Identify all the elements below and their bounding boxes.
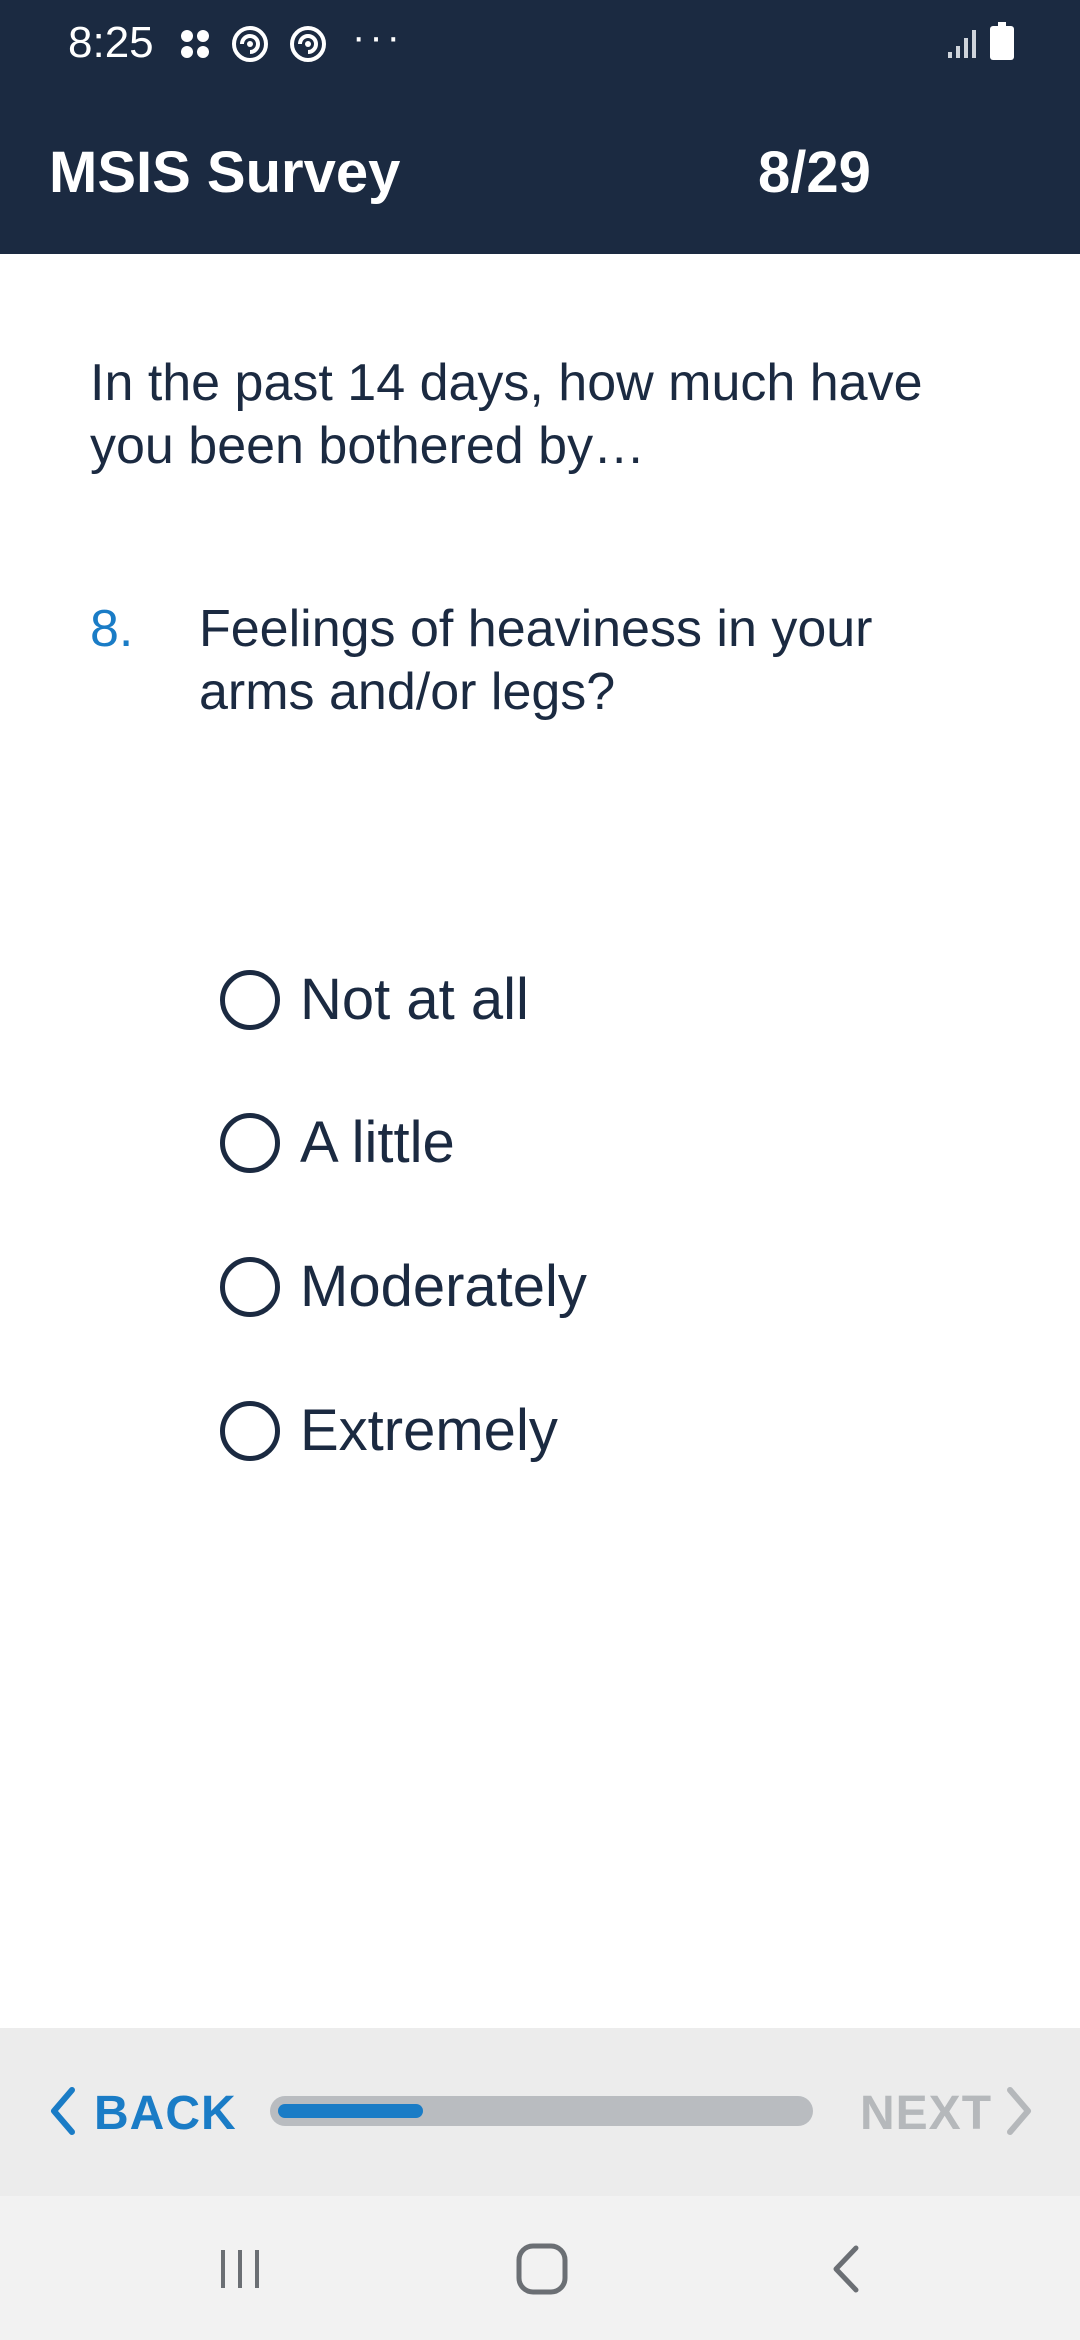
survey-navigation: BACK NEXT [0,2028,1080,2196]
home-icon [515,2242,569,2301]
app-header: 8:25 ··· MSIS Survey 8/29 [0,0,1080,254]
recent-apps-icon [215,2244,265,2299]
option-extremely[interactable]: Extremely [220,1391,558,1471]
status-system-icons [946,22,1014,65]
radio-button[interactable] [220,970,280,1030]
recent-apps-button[interactable] [200,2236,280,2306]
radio-button[interactable] [220,1257,280,1317]
option-label: A little [300,1110,455,1175]
option-label: Moderately [300,1254,587,1319]
page-title: MSIS Survey [49,140,401,205]
system-back-button[interactable] [806,2236,886,2306]
chevron-left-icon [48,2086,76,2141]
question-counter: 8/29 [758,140,871,205]
next-label: NEXT [860,2086,993,2140]
question-number: 8. [90,600,134,658]
chevron-right-icon [1006,2086,1034,2141]
back-button[interactable]: BACK [48,2078,237,2148]
option-moderately[interactable]: Moderately [220,1247,587,1327]
survey-progress-fill [278,2104,423,2118]
survey-progress-bar [270,2096,813,2126]
sync-icon [288,24,328,64]
option-label: Extremely [300,1398,558,1463]
next-button[interactable]: NEXT [860,2078,1034,2148]
option-a-little[interactable]: A little [220,1103,455,1183]
sync-icon [230,24,270,64]
radio-button[interactable] [220,1401,280,1461]
battery-icon [990,22,1014,65]
system-navigation-bar [0,2196,1080,2340]
option-label: Not at all [300,967,529,1032]
back-label: BACK [94,2086,237,2140]
question-text: Feelings of heaviness in your arms and/o… [199,600,873,721]
apps-grid-icon [178,27,212,61]
status-time: 8:25 [68,18,154,67]
app-root: 8:25 ··· MSIS Survey 8/29 In the past 14… [0,0,1080,2340]
signal-icon [946,26,980,65]
home-button[interactable] [502,2236,582,2306]
option-not-at-all[interactable]: Not at all [220,960,529,1040]
question-intro: In the past 14 days, how much have you b… [90,354,923,475]
more-dots-icon: ··· [352,15,404,59]
back-icon [826,2242,866,2301]
radio-button[interactable] [220,1113,280,1173]
status-notification-icons: ··· [178,17,404,66]
